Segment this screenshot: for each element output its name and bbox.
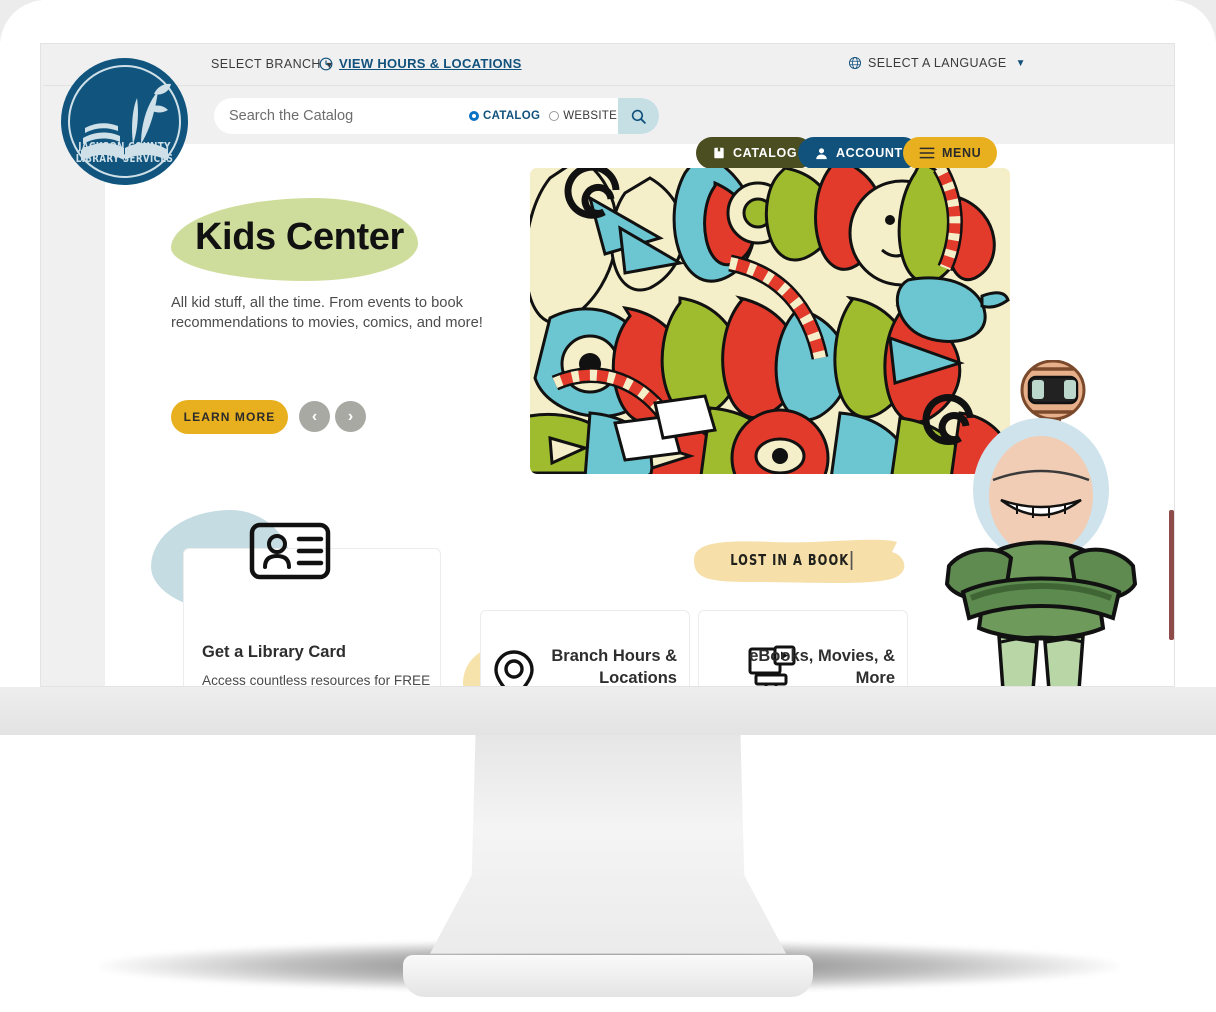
view-hours-label: VIEW HOURS & LOCATIONS (339, 56, 522, 71)
utility-bar: SELECT BRANCH ▼ VIEW HOURS & LOCATIONS SE… (43, 45, 1174, 86)
lost-in-a-book-banner: LOST IN A BOOK (682, 534, 914, 586)
clock-icon (319, 57, 333, 70)
card-ebooks-title: eBooks, Movies, & More (749, 647, 895, 686)
radio-catalog[interactable]: CATALOG (469, 110, 540, 122)
search-icon (631, 109, 646, 124)
card-library-card-desc: Access countless resources for FREE (202, 673, 431, 686)
account-button-label: ACCOUNT (836, 146, 903, 160)
side-tab-marker[interactable] (1169, 510, 1174, 640)
monitor-chin (0, 687, 1216, 735)
logo-text-line1: JACKSON COUNTY (78, 141, 171, 153)
monitor-stand-base (403, 955, 813, 997)
search-box: CATALOG WEBSITE (214, 98, 659, 134)
search-scope-radios: CATALOG WEBSITE (469, 110, 617, 122)
catalog-button[interactable]: CATALOG (696, 137, 814, 169)
mascot-character-illustration (941, 359, 1141, 686)
menu-button[interactable]: MENU (903, 137, 998, 169)
chevron-down-icon: ▼ (1015, 57, 1026, 69)
carousel-next-button[interactable]: › (335, 401, 366, 432)
frame-corner-topright (1170, 0, 1216, 46)
card-library-card[interactable]: Get a Library Card Access countless reso… (183, 522, 441, 686)
site-logo[interactable]: JACKSON COUNTY LIBRARY SERVICES (61, 58, 188, 185)
frame-corner-topleft (0, 0, 46, 46)
hamburger-icon (919, 147, 935, 159)
logo-book-leaf-graphic (81, 83, 171, 161)
card-branch-hours-title: Branch Hours & Locations (551, 647, 677, 686)
browser-viewport: SELECT BRANCH ▼ VIEW HOURS & LOCATIONS SE… (43, 45, 1174, 686)
radio-website-dot (549, 111, 560, 121)
account-button[interactable]: ACCOUNT (798, 137, 919, 169)
lost-in-a-book-text: LOST IN A BOOK (693, 534, 890, 586)
carousel-prev-button[interactable]: ‹ (299, 401, 330, 432)
select-branch-label: SELECT BRANCH (211, 57, 321, 71)
radio-catalog-dot (469, 111, 479, 121)
card-library-card-title: Get a Library Card (202, 643, 346, 661)
logo-text-line2: LIBRARY SERVICES (75, 152, 174, 165)
language-selector[interactable]: SELECT A LANGUAGE ▼ (848, 56, 1026, 70)
lost-in-a-book-label: LOST IN A BOOK (730, 551, 850, 569)
hero-subtitle: All kid stuff, all the time. From events… (171, 295, 483, 331)
radio-catalog-label: CATALOG (483, 110, 541, 122)
hero-title: Kids Center (195, 216, 404, 258)
card-ebooks[interactable]: eBooks, Movies, & More (698, 610, 908, 686)
radio-website[interactable]: WEBSITE (549, 110, 617, 122)
radio-website-label: WEBSITE (563, 110, 618, 122)
search-input[interactable] (214, 108, 469, 124)
id-card-icon (249, 522, 331, 580)
monitor-frame: SELECT BRANCH ▼ VIEW HOURS & LOCATIONS SE… (0, 0, 1216, 735)
hero-doodle-image[interactable] (530, 168, 1010, 474)
menu-button-label: MENU (942, 146, 982, 160)
language-label: SELECT A LANGUAGE (868, 56, 1007, 70)
select-branch-dropdown[interactable]: SELECT BRANCH ▼ (211, 57, 334, 71)
globe-icon (848, 56, 862, 70)
search-submit-button[interactable] (618, 98, 659, 134)
logo-text: JACKSON COUNTY LIBRARY SERVICES (66, 141, 183, 165)
view-hours-link[interactable]: VIEW HOURS & LOCATIONS (319, 56, 522, 71)
text-cursor (850, 550, 853, 570)
learn-more-button[interactable]: LEARN MORE (171, 400, 288, 434)
catalog-button-label: CATALOG (733, 146, 798, 160)
search-bar-row: CATALOG WEBSITE (43, 86, 1174, 169)
user-icon (816, 147, 827, 159)
card-branch-hours[interactable]: Branch Hours & Locations (480, 610, 690, 686)
book-icon (714, 147, 724, 159)
